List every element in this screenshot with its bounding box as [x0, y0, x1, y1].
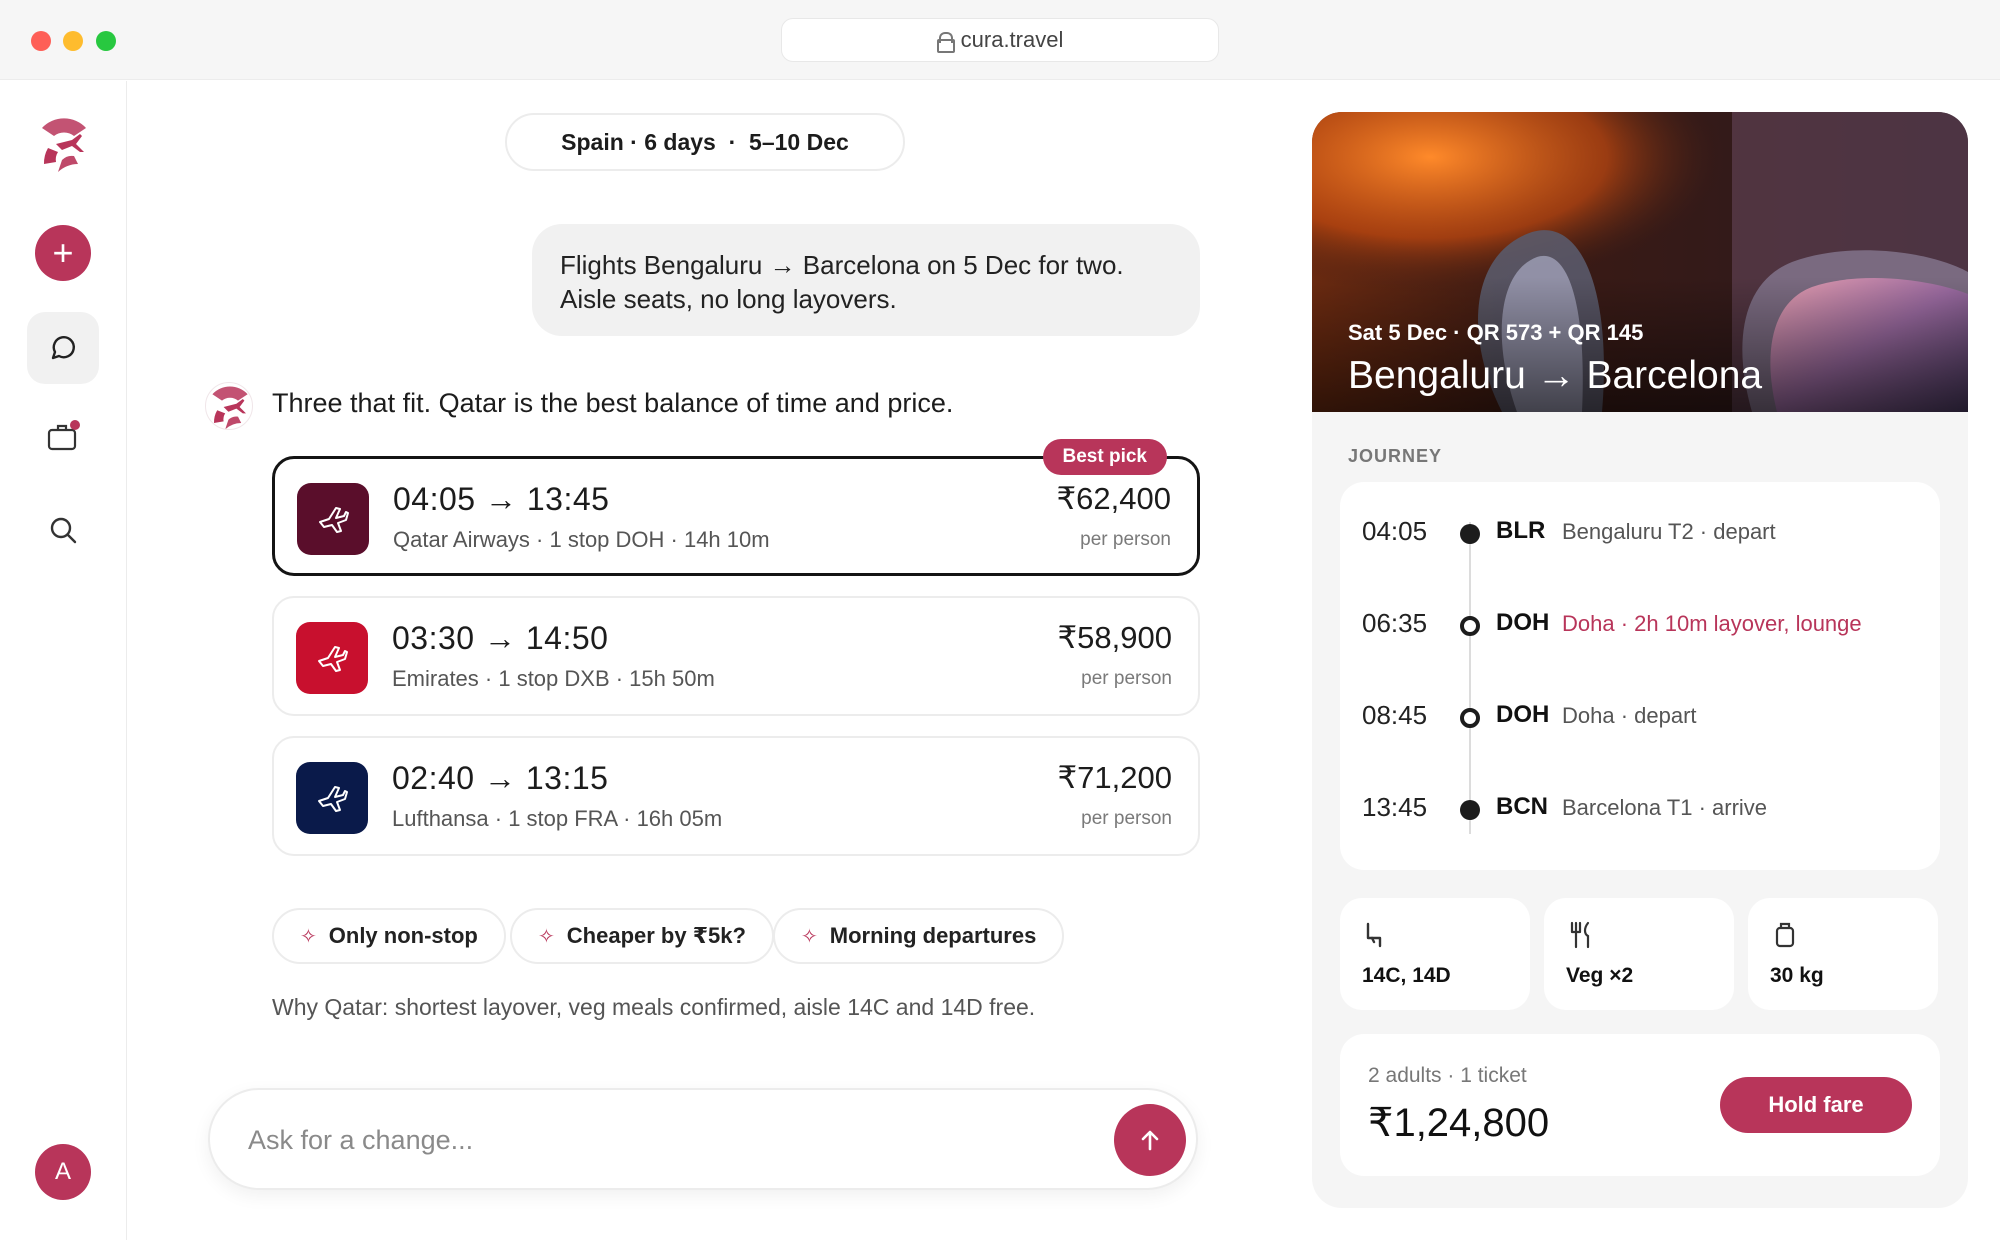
stop-dot-icon — [1460, 524, 1480, 544]
plus-icon: + — [35, 225, 91, 281]
airplane-icon — [319, 507, 349, 533]
suggestion-chip-morning[interactable]: ✧ Morning departures — [773, 908, 1065, 964]
recommendation-reason: Why Qatar: shortest layover, veg meals c… — [272, 994, 1036, 1020]
airport-code: BCN — [1496, 793, 1548, 820]
seats-card[interactable]: 14C, 14D — [1340, 898, 1530, 1010]
price-unit: per person — [1081, 808, 1172, 829]
fork-knife-icon — [1570, 921, 1590, 949]
route-title: Bengaluru → Barcelona — [1348, 354, 1763, 397]
stop-description: Bengaluru T2 · depart — [1562, 519, 1776, 544]
sparkle-icon: ✧ — [801, 925, 818, 948]
fare-total-card: 2 adults · 1 ticket ₹1,24,800 Hold fare — [1340, 1034, 1940, 1176]
seats-value: 14C, 14D — [1362, 964, 1451, 987]
trip-detail-panel: Sat 5 Dec · QR 573 + QR 145 Bengaluru → … — [1312, 112, 1968, 1208]
baggage-card[interactable]: 30 kg — [1748, 898, 1938, 1010]
ask-input[interactable] — [248, 1120, 1008, 1160]
flight-option-card[interactable]: 02:40 → 13:15 Lufthansa · 1 stop FRA · 1… — [272, 736, 1200, 856]
flight-times: 03:30 → 14:50 — [392, 620, 609, 656]
chat-composer — [208, 1088, 1198, 1190]
travellers-summary: 2 adults · 1 ticket — [1368, 1064, 1527, 1087]
flight-option-card[interactable]: Best pick 04:05 → 13:45 Qatar Airways · … — [272, 439, 1200, 576]
timeline-stop: 08:45 DOH Doha · depart — [1340, 698, 1940, 738]
user-avatar[interactable]: A — [35, 1144, 91, 1200]
url-text: cura.travel — [960, 27, 1064, 52]
chip-label: Cheaper by ₹5k? — [566, 923, 746, 948]
airport-code: DOH — [1496, 701, 1550, 728]
baggage-value: 30 kg — [1770, 964, 1824, 987]
flight-times: 02:40 → 13:15 — [392, 760, 609, 796]
sparkle-icon: ✧ — [300, 925, 317, 948]
stop-ring-icon — [1460, 616, 1480, 636]
airplane-icon — [318, 786, 348, 812]
flight-details: Emirates · 1 stop DXB · 15h 50m — [392, 666, 715, 691]
total-price: ₹1,24,800 — [1368, 1101, 1550, 1145]
briefcase-icon — [47, 420, 80, 451]
meals-card[interactable]: Veg ×2 — [1544, 898, 1734, 1010]
stop-dot-icon — [1460, 800, 1480, 820]
send-button[interactable] — [1114, 1104, 1186, 1176]
assistant-avatar — [205, 382, 253, 430]
stop-time: 04:05 — [1362, 516, 1428, 546]
suggestion-chip-cheaper[interactable]: ✧ Cheaper by ₹5k? — [510, 908, 774, 964]
flight-times: 04:05 → 13:45 — [393, 481, 610, 517]
stop-description: Barcelona T1 · arrive — [1562, 795, 1768, 820]
sidebar: + A — [0, 81, 127, 1240]
flight-details: Qatar Airways · 1 stop DOH · 14h 10m — [393, 527, 770, 552]
user-message: Flights Bengaluru → Barcelona on 5 Dec f… — [532, 224, 1200, 336]
suggestion-chip-non-stop[interactable]: ✧ Only non-stop — [272, 908, 506, 964]
meals-value: Veg ×2 — [1566, 964, 1634, 987]
timeline-stop: 06:35 DOH Doha · 2h 10m layover, lounge — [1340, 606, 1940, 646]
price-unit: per person — [1081, 668, 1172, 689]
chip-label: Only non-stop — [328, 923, 478, 948]
stop-time: 06:35 — [1362, 608, 1428, 638]
luggage-icon — [1775, 922, 1795, 948]
chat-bubble-icon — [51, 336, 75, 360]
hold-fare-button[interactable]: Hold fare — [1720, 1077, 1912, 1133]
best-pick-badge: Best pick — [1042, 439, 1167, 475]
flight-details: Lufthansa · 1 stop FRA · 16h 05m — [392, 806, 723, 831]
sidebar-item-search[interactable] — [27, 494, 99, 566]
logo-icon — [212, 386, 248, 429]
sparkle-icon: ✧ — [538, 925, 555, 948]
search-icon — [50, 517, 77, 544]
app-logo[interactable] — [34, 114, 94, 174]
trip-summary-pill[interactable]: Spain · 6 days · 5–10 Dec — [505, 113, 905, 171]
flight-price: ₹58,900 — [1057, 620, 1172, 655]
flight-option-card[interactable]: 03:30 → 14:50 Emirates · 1 stop DXB · 15… — [272, 596, 1200, 716]
stop-ring-icon — [1460, 708, 1480, 728]
close-window-button[interactable] — [31, 31, 51, 51]
lock-icon — [936, 32, 955, 53]
timeline-line — [1469, 522, 1471, 834]
browser-toolbar: cura.travel — [0, 0, 2000, 80]
chip-label: Morning departures — [829, 923, 1037, 948]
address-bar[interactable]: cura.travel — [781, 18, 1219, 62]
airline-logo — [297, 483, 369, 555]
maximize-window-button[interactable] — [96, 31, 116, 51]
sidebar-item-chat[interactable] — [27, 312, 99, 384]
new-chat-button[interactable]: + — [35, 225, 91, 281]
journey-timeline: 04:05 BLR Bengaluru T2 · depart 06:35 DO… — [1340, 482, 1940, 870]
arrow-up-icon — [1141, 1130, 1159, 1151]
airline-logo — [296, 622, 368, 694]
airline-logo — [296, 762, 368, 834]
stop-time: 13:45 — [1362, 792, 1428, 822]
layover-description: Doha · 2h 10m layover, lounge — [1562, 611, 1862, 636]
airport-code: BLR — [1496, 517, 1546, 544]
timeline-stop: 04:05 BLR Bengaluru T2 · depart — [1340, 514, 1940, 554]
airplane-icon — [318, 646, 348, 672]
flight-subtitle: Sat 5 Dec · QR 573 + QR 145 — [1348, 320, 1644, 345]
stop-time: 08:45 — [1362, 700, 1428, 730]
airport-code: DOH — [1496, 609, 1550, 636]
flight-price: ₹62,400 — [1056, 481, 1171, 516]
price-unit: per person — [1080, 529, 1171, 550]
stop-description: Doha · depart — [1562, 703, 1697, 728]
sidebar-item-trips[interactable] — [27, 401, 99, 473]
seat-icon — [1366, 922, 1382, 948]
assistant-message: Three that fit. Qatar is the best balanc… — [272, 388, 954, 418]
timeline-stop: 13:45 BCN Barcelona T1 · arrive — [1340, 790, 1940, 830]
journey-heading: JOURNEY — [1348, 446, 1443, 466]
flight-price: ₹71,200 — [1057, 760, 1172, 795]
minimize-window-button[interactable] — [63, 31, 83, 51]
logo-icon — [34, 114, 94, 174]
